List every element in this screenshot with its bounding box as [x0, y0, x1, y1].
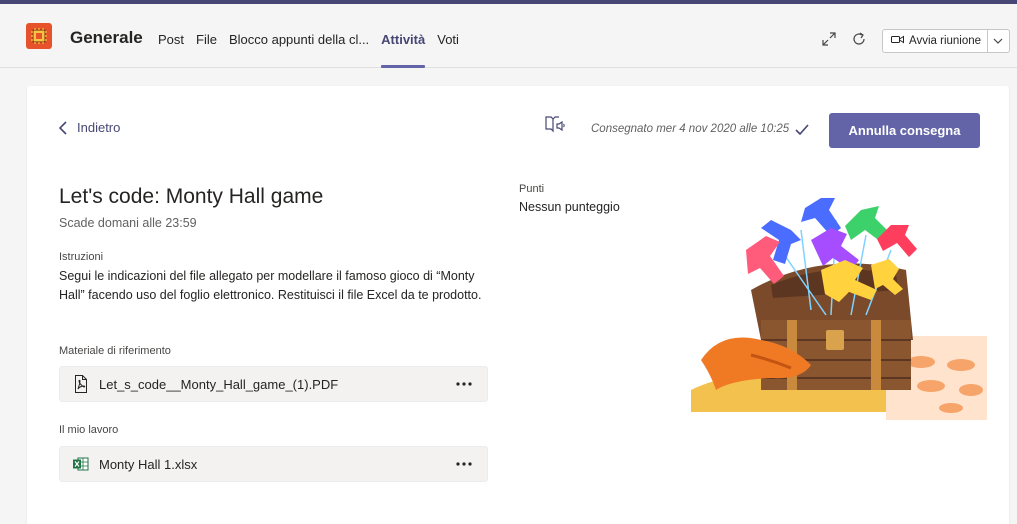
- back-link[interactable]: Indietro: [59, 120, 120, 135]
- start-meeting-main[interactable]: Avvia riunione: [883, 30, 989, 52]
- treasure-chest-illustration: [691, 190, 987, 420]
- team-avatar-icon[interactable]: [26, 23, 52, 49]
- tab-file[interactable]: File: [196, 32, 217, 68]
- my-work-label: Il mio lavoro: [59, 424, 119, 436]
- points-value: Nessun punteggio: [519, 200, 620, 214]
- immersive-reader-icon[interactable]: [544, 113, 566, 140]
- reference-file-name: Let_s_code__Monty_Hall_game_(1).PDF: [99, 376, 339, 392]
- reference-materials-label: Materiale di riferimento: [59, 345, 171, 357]
- tab-post[interactable]: Post: [158, 32, 184, 68]
- chevron-down-icon[interactable]: [988, 38, 1008, 44]
- channel-title[interactable]: Generale: [70, 28, 143, 48]
- instructions-text: Segui le indicazioni del file allegato p…: [59, 269, 482, 302]
- tab-class-notebook[interactable]: Blocco appunti della cl...: [229, 32, 369, 68]
- instructions-label: Istruzioni: [59, 251, 104, 263]
- check-icon: [795, 123, 809, 135]
- channel-header: Generale Post File Blocco appunti della …: [0, 4, 1017, 68]
- expand-icon[interactable]: [820, 30, 838, 48]
- assignment-title: Let's code: Monty Hall game: [59, 185, 324, 208]
- chevron-left-icon: [59, 120, 67, 135]
- channel-tabs: Post File Blocco appunti della cl... Att…: [158, 32, 471, 68]
- camera-icon: [891, 34, 904, 48]
- my-work-file-item[interactable]: Monty Hall 1.xlsx: [59, 446, 488, 482]
- reference-file-item[interactable]: Let_s_code__Monty_Hall_game_(1).PDF: [59, 366, 488, 402]
- points-label: Punti: [519, 183, 545, 195]
- excel-file-icon: [73, 457, 89, 471]
- turned-in-status: Consegnato mer 4 nov 2020 alle 10:25: [591, 123, 809, 135]
- start-meeting-button[interactable]: Avvia riunione: [882, 29, 1010, 53]
- tab-activity[interactable]: Attività: [381, 32, 426, 68]
- more-options-icon[interactable]: [449, 382, 479, 386]
- back-label: Indietro: [77, 120, 121, 135]
- tab-grades[interactable]: Voti: [437, 32, 459, 68]
- pdf-file-icon: [73, 375, 89, 393]
- more-options-icon[interactable]: [449, 462, 479, 466]
- turned-in-status-text: Consegnato mer 4 nov 2020 alle 10:25: [591, 123, 790, 135]
- start-meeting-label: Avvia riunione: [909, 35, 982, 47]
- refresh-icon[interactable]: [850, 30, 868, 48]
- due-date: Scade domani alle 23:59: [59, 216, 197, 230]
- undo-turn-in-button[interactable]: Annulla consegna: [829, 113, 980, 148]
- assignment-card: Indietro Consegnato mer 4 nov 2020 alle …: [27, 86, 1009, 524]
- my-work-file-name: Monty Hall 1.xlsx: [99, 456, 198, 472]
